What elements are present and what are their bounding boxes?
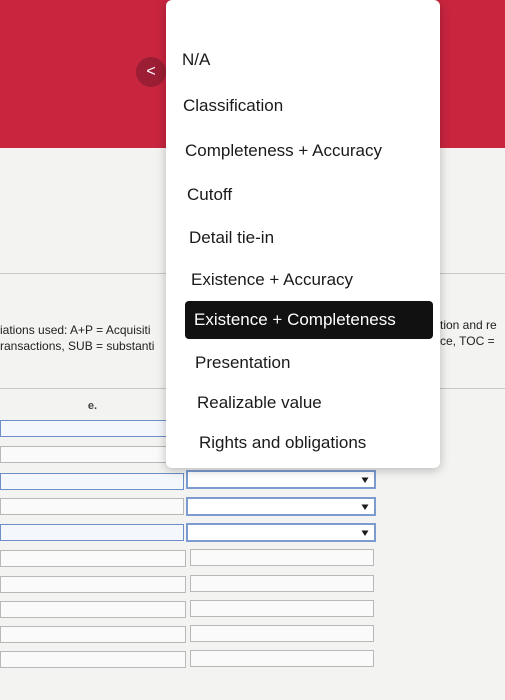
table-cell[interactable] — [0, 576, 186, 593]
table-cell[interactable] — [0, 550, 186, 567]
dropdown-option-rights-obligations[interactable]: Rights and obligations — [166, 425, 366, 461]
table-cell[interactable] — [0, 473, 184, 490]
chevron-down-icon — [361, 504, 369, 510]
table-cell[interactable] — [0, 446, 184, 463]
back-button[interactable]: < — [136, 57, 166, 87]
assertion-select[interactable] — [186, 470, 376, 489]
chevron-left-icon: < — [146, 63, 156, 80]
table-cell[interactable] — [190, 575, 374, 592]
dropdown-option-detail-tie-in[interactable]: Detail tie-in — [166, 220, 274, 256]
dropdown-option-existence-completeness[interactable]: Existence + Completeness — [185, 301, 433, 339]
dropdown-option-existence-accuracy[interactable]: Existence + Accuracy — [166, 262, 353, 298]
table-cell[interactable] — [190, 549, 374, 566]
chevron-down-icon — [361, 530, 369, 536]
abbrev-text-right-line1: tion and re — [440, 318, 497, 332]
table-cell[interactable] — [190, 650, 374, 667]
table-cell[interactable] — [190, 600, 374, 617]
table-cell[interactable] — [0, 524, 184, 541]
dropdown-option-classification[interactable]: Classification — [166, 88, 283, 124]
abbrev-text-right-line2: ce, TOC = — [440, 334, 495, 348]
assertion-select[interactable] — [186, 497, 376, 516]
assertion-select[interactable] — [186, 523, 376, 542]
abbrev-text-line2: ransactions, SUB = substanti — [0, 339, 155, 353]
chevron-down-icon — [361, 477, 369, 483]
column-header: e. — [87, 400, 98, 412]
table-cell[interactable] — [0, 420, 184, 437]
table-cell[interactable] — [0, 498, 184, 515]
dropdown-option-cutoff[interactable]: Cutoff — [166, 177, 232, 213]
abbrev-text-line1: iations used: A+P = Acquisiti — [0, 323, 151, 337]
dropdown-option-presentation[interactable]: Presentation — [166, 345, 290, 381]
dropdown-option-na[interactable]: N/A — [166, 42, 210, 78]
table-cell[interactable] — [190, 625, 374, 642]
table-cell[interactable] — [0, 626, 186, 643]
assertion-dropdown-menu[interactable]: N/A Classification Completeness + Accura… — [166, 0, 440, 468]
table-cell[interactable] — [0, 601, 186, 618]
dropdown-option-realizable-value[interactable]: Realizable value — [166, 385, 322, 421]
table-cell[interactable] — [0, 651, 186, 668]
dropdown-option-completeness-accuracy[interactable]: Completeness + Accuracy — [166, 133, 382, 169]
